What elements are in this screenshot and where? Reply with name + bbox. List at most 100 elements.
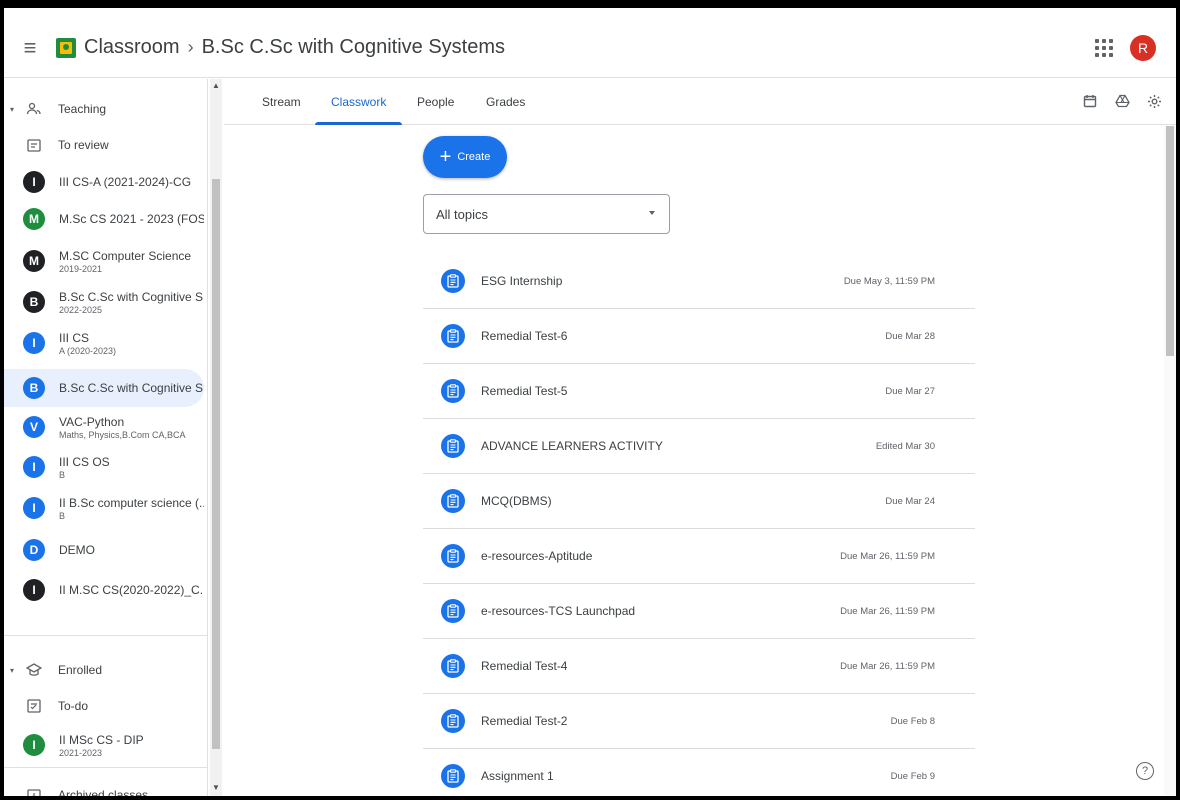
classwork-due-date: Due Feb 9 bbox=[890, 770, 935, 782]
class-text: M.Sc CS 2021 - 2023 (FOS... bbox=[59, 212, 204, 226]
sidebar-scrollbar[interactable]: ▲ ▼ bbox=[210, 79, 222, 796]
app-title[interactable]: Classroom bbox=[84, 36, 180, 59]
top-strip bbox=[4, 8, 1176, 18]
classwork-item[interactable]: Remedial Test-5 Due Mar 27 bbox=[423, 364, 975, 419]
help-icon[interactable]: ? bbox=[1136, 762, 1154, 780]
assignment-icon bbox=[441, 709, 465, 733]
classwork-item[interactable]: Remedial Test-4 Due Mar 26, 11:59 PM bbox=[423, 639, 975, 694]
settings-icon[interactable] bbox=[1146, 93, 1162, 109]
tab-grades[interactable]: Grades bbox=[486, 79, 525, 125]
class-text: DEMO bbox=[59, 543, 95, 557]
classwork-due-date: Due Mar 26, 11:59 PM bbox=[840, 550, 935, 562]
scroll-up-arrow-icon[interactable]: ▲ bbox=[212, 81, 220, 90]
tab-people[interactable]: People bbox=[417, 79, 454, 125]
class-avatar: I bbox=[23, 734, 45, 756]
class-avatar: I bbox=[23, 497, 45, 519]
sidebar-item-label: Teaching bbox=[58, 102, 107, 116]
class-text: II B.Sc computer science (... B bbox=[59, 496, 204, 521]
class-name: III CS bbox=[59, 330, 90, 345]
class-name: II M.SC CS(2020-2022)_C... bbox=[59, 583, 204, 597]
sidebar-item-class[interactable]: I II M.SC CS(2020-2022)_C... bbox=[4, 571, 204, 609]
main-scrollbar[interactable] bbox=[1164, 126, 1176, 796]
class-title[interactable]: B.Sc C.Sc with Cognitive Systems bbox=[202, 36, 505, 59]
google-apps-icon[interactable] bbox=[1094, 38, 1114, 58]
sidebar-item-class[interactable]: I II B.Sc computer science (... B bbox=[4, 489, 204, 527]
sidebar-item-class[interactable]: I III CS OS B bbox=[4, 448, 204, 486]
classwork-item[interactable]: MCQ(DBMS) Due Mar 24 bbox=[423, 474, 975, 529]
classwork-item[interactable]: e-resources-Aptitude Due Mar 26, 11:59 PM bbox=[423, 529, 975, 584]
classwork-item[interactable]: Remedial Test-2 Due Feb 8 bbox=[423, 694, 975, 749]
sidebar-item-archive[interactable]: Archived classes bbox=[4, 777, 204, 796]
class-section: B bbox=[59, 469, 66, 480]
classwork-title: Remedial Test-4 bbox=[481, 659, 568, 673]
sidebar-item-class[interactable]: D DEMO bbox=[4, 531, 204, 569]
assignment-icon bbox=[441, 489, 465, 513]
class-name: VAC-Python bbox=[59, 414, 125, 429]
classwork-title: Remedial Test-2 bbox=[481, 714, 568, 728]
main-scroll-thumb[interactable] bbox=[1166, 126, 1174, 356]
topic-filter-select[interactable]: All topics bbox=[423, 194, 670, 234]
classwork-item[interactable]: Assignment 1 Due Feb 9 bbox=[423, 749, 975, 796]
assignment-icon bbox=[441, 764, 465, 788]
class-name: III CS-A (2021-2024)-CG bbox=[59, 175, 192, 189]
class-section: 2022-2025 bbox=[59, 304, 103, 315]
app-header: ≡ Classroom › B.Sc C.Sc with Cognitive S… bbox=[4, 18, 1176, 78]
class-section: A (2020-2023) bbox=[59, 345, 117, 356]
classwork-due-date: Due Mar 24 bbox=[885, 495, 935, 507]
classwork-title: Remedial Test-6 bbox=[481, 329, 568, 343]
account-avatar[interactable]: R bbox=[1130, 34, 1156, 61]
classwork-due-date: Due Mar 26, 11:59 PM bbox=[840, 605, 935, 617]
class-section: 2021-2023 bbox=[59, 747, 103, 758]
class-section: 2019-2021 bbox=[59, 263, 103, 274]
sidebar-item-todo-checklist[interactable]: To-do bbox=[4, 688, 204, 724]
classwork-title: MCQ(DBMS) bbox=[481, 494, 552, 508]
sidebar-item-class[interactable]: M M.Sc CS 2021 - 2023 (FOS... bbox=[4, 200, 204, 238]
sidebar-item-class[interactable]: M M.SC Computer Science 2019-2021 bbox=[4, 242, 204, 280]
drive-icon[interactable] bbox=[1114, 93, 1130, 109]
class-avatar: I bbox=[23, 332, 45, 354]
classroom-logo-icon[interactable] bbox=[56, 37, 76, 58]
classwork-due-date: Due May 3, 11:59 PM bbox=[843, 275, 935, 287]
sidebar-item-class[interactable]: B B.Sc C.Sc with Cognitive S... bbox=[4, 369, 204, 407]
class-avatar: B bbox=[23, 377, 45, 399]
calendar-icon[interactable] bbox=[1082, 93, 1098, 109]
topic-filter-value: All topics bbox=[436, 206, 489, 222]
breadcrumb-separator: › bbox=[187, 37, 194, 57]
classwork-due-date: Due Mar 27 bbox=[885, 385, 935, 397]
sidebar-item-label: Archived classes bbox=[58, 788, 149, 796]
main-menu-icon[interactable]: ≡ bbox=[4, 18, 56, 78]
graduation-cap-icon bbox=[24, 660, 44, 680]
classwork-item[interactable]: Remedial Test-6 Due Mar 28 bbox=[423, 309, 975, 364]
sidebar-item-graduation-cap[interactable]: ▾ Enrolled bbox=[4, 652, 204, 688]
sidebar-item-class[interactable]: V VAC-Python Maths, Physics,B.Com CA,BCA bbox=[4, 408, 204, 446]
assignment-icon bbox=[441, 654, 465, 678]
create-button[interactable]: + Create bbox=[423, 136, 507, 178]
collapse-caret-icon[interactable]: ▾ bbox=[10, 105, 14, 114]
assignment-icon bbox=[441, 324, 465, 348]
classwork-title: Assignment 1 bbox=[481, 769, 554, 783]
sidebar-item-teaching[interactable]: ▾ Teaching bbox=[4, 89, 204, 129]
scroll-down-arrow-icon[interactable]: ▼ bbox=[212, 783, 220, 792]
class-avatar: V bbox=[23, 416, 45, 438]
class-avatar: I bbox=[23, 171, 45, 193]
sidebar: ▾ Teaching To review I III CS-A (2021-202… bbox=[4, 79, 208, 796]
sidebar-item-to-review[interactable]: To review bbox=[4, 127, 204, 163]
sidebar-item-class[interactable]: I III CS-A (2021-2024)-CG bbox=[4, 163, 204, 201]
collapse-caret-icon[interactable]: ▾ bbox=[10, 666, 14, 675]
sidebar-item-label: To-do bbox=[58, 699, 89, 713]
sidebar-item-class[interactable]: I II MSc CS - DIP 2021-2023 bbox=[4, 725, 204, 765]
class-text: III CS-A (2021-2024)-CG bbox=[59, 175, 191, 189]
classwork-item[interactable]: e-resources-TCS Launchpad Due Mar 26, 11:… bbox=[423, 584, 975, 639]
sidebar-item-class[interactable]: B B.Sc C.Sc with Cognitive S... 2022-2025 bbox=[4, 283, 204, 321]
class-text: III CS OS B bbox=[59, 455, 110, 480]
class-avatar: M bbox=[23, 208, 45, 230]
tab-stream[interactable]: Stream bbox=[262, 79, 301, 125]
class-name: M.SC Computer Science bbox=[59, 248, 192, 263]
sidebar-scroll-thumb[interactable] bbox=[212, 179, 220, 749]
class-name: II MSc CS - DIP bbox=[59, 732, 144, 747]
class-section: B bbox=[59, 510, 66, 521]
classwork-item[interactable]: ESG Internship Due May 3, 11:59 PM bbox=[423, 254, 975, 309]
classwork-item[interactable]: ADVANCE LEARNERS ACTIVITY Edited Mar 30 bbox=[423, 419, 975, 474]
tab-classwork[interactable]: Classwork bbox=[314, 79, 403, 125]
sidebar-item-class[interactable]: I III CS A (2020-2023) bbox=[4, 324, 204, 362]
